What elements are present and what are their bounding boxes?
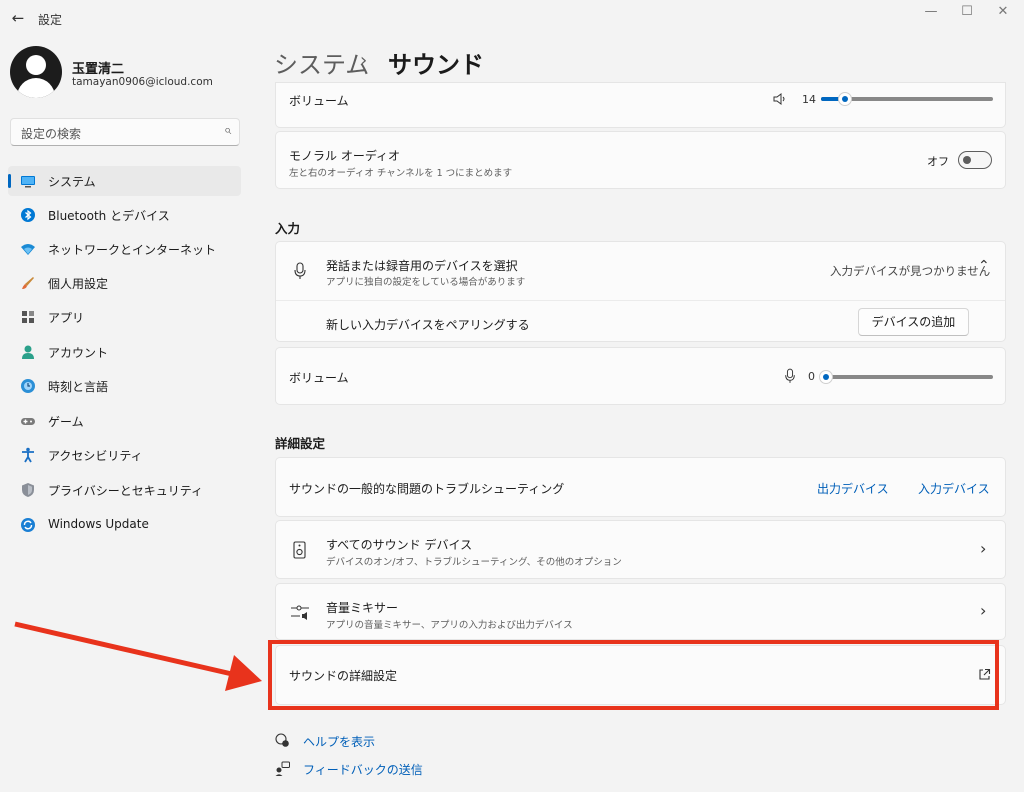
mono-audio-card: モノラル オーディオ 左と右のオーディオ チャンネルを 1 つにまとめます オフ (275, 131, 1006, 189)
sidebar-item-windows-update[interactable]: Windows Update (8, 510, 241, 540)
speaker-icon[interactable] (773, 92, 787, 106)
feedback-icon (275, 761, 290, 776)
breadcrumb-separator: › (360, 50, 368, 71)
sidebar-item-label: Windows Update (48, 517, 149, 531)
gamepad-icon (21, 418, 35, 425)
sidebar-item-label: アクセシビリティ (48, 449, 143, 463)
sidebar-item-network[interactable]: ネットワークとインターネット (8, 234, 241, 264)
divider (276, 300, 1005, 301)
accessibility-icon (22, 447, 34, 463)
output-devices-link[interactable]: 出力デバイス (817, 480, 889, 497)
sidebar-item-label: Bluetooth とデバイス (48, 209, 170, 223)
apps-icon (22, 311, 34, 323)
mono-audio-toggle[interactable] (958, 151, 992, 169)
shield-icon (22, 483, 34, 497)
output-volume-label: ボリューム (289, 94, 349, 108)
sidebar-item-label: システム (48, 175, 96, 189)
input-volume-value: 0 (808, 370, 815, 383)
sidebar-item-label: アプリ (48, 311, 85, 325)
input-section-heading: 入力 (275, 221, 301, 236)
search-input[interactable]: 設定の検索 ⌕ (10, 118, 240, 146)
bluetooth-icon (21, 208, 35, 222)
microphone-icon[interactable] (784, 367, 796, 385)
brush-icon (22, 277, 34, 289)
account-icon (22, 345, 34, 359)
sidebar-item-accounts[interactable]: アカウント (8, 337, 241, 367)
search-placeholder: 設定の検索 (21, 127, 82, 141)
mono-audio-state: オフ (927, 155, 949, 168)
close-button[interactable]: ✕ (980, 0, 1024, 26)
help-icon (275, 733, 289, 747)
system-icon (21, 176, 35, 188)
volume-mixer-title: 音量ミキサー (326, 601, 399, 615)
sidebar-item-label: アカウント (48, 346, 109, 360)
toggle-knob (963, 156, 971, 164)
input-volume-label: ボリューム (289, 371, 349, 385)
input-devices-link[interactable]: 入力デバイス (918, 480, 990, 497)
sidebar-item-label: 時刻と言語 (48, 380, 109, 394)
volume-mixer-description: アプリの音量ミキサー、アプリの入力および出力デバイス (326, 620, 573, 631)
troubleshoot-label: サウンドの一般的な問題のトラブルシューティング (289, 482, 565, 496)
all-sound-devices-title: すべてのサウンド デバイス (326, 538, 473, 552)
sidebar-item-system[interactable]: システム (8, 166, 241, 196)
all-sound-devices-card[interactable]: すべてのサウンド デバイス デバイスのオン/オフ、トラブルシューティング、その他… (275, 520, 1006, 579)
time-language-icon (21, 379, 35, 393)
mono-audio-title: モノラル オーディオ (289, 149, 400, 163)
search-icon[interactable]: ⌕ (224, 123, 231, 138)
avatar-head (26, 55, 46, 75)
input-device-description: アプリに独自の設定をしている場合があります (326, 277, 526, 288)
input-volume-card: ボリューム 0 (275, 347, 1006, 405)
sidebar-item-label: 個人用設定 (48, 277, 109, 291)
feedback-link[interactable]: フィードバックの送信 (303, 761, 423, 778)
input-device-card: 発話または録音用のデバイスを選択 アプリに独自の設定をしている場合があります 入… (275, 241, 1006, 342)
sidebar-item-personalization[interactable]: 個人用設定 (8, 268, 241, 298)
output-volume-slider-thumb[interactable] (838, 92, 853, 106)
page-title: サウンド (388, 51, 484, 79)
app-title: 設定 (38, 13, 63, 27)
add-device-button[interactable]: デバイスの追加 (858, 308, 969, 336)
avatar-body (17, 78, 55, 98)
avatar[interactable] (10, 46, 62, 98)
sidebar-item-label: ネットワークとインターネット (48, 243, 217, 257)
sidebar-item-privacy[interactable]: プライバシーとセキュリティ (8, 475, 241, 505)
microphone-icon (294, 262, 306, 279)
input-device-status: 入力デバイスが見つかりません (830, 264, 991, 278)
volume-mixer-card[interactable]: 音量ミキサー アプリの音量ミキサー、アプリの入力および出力デバイス › (275, 583, 1006, 640)
user-name: 玉置清二 (72, 62, 125, 77)
chevron-right-icon: › (980, 601, 987, 620)
input-volume-slider-thumb[interactable] (819, 370, 833, 384)
pair-input-device-label: 新しい入力デバイスをペアリングする (326, 318, 530, 332)
sidebar-item-apps[interactable]: アプリ (8, 302, 241, 332)
mono-audio-description: 左と右のオーディオ チャンネルを 1 つにまとめます (289, 168, 513, 179)
troubleshoot-card: サウンドの一般的な問題のトラブルシューティング 出力デバイス 入力デバイス (275, 457, 1006, 517)
sidebar-item-label: ゲーム (48, 415, 84, 429)
all-sound-devices-description: デバイスのオン/オフ、トラブルシューティング、その他のオプション (326, 557, 622, 568)
volume-mixer-icon (291, 605, 309, 620)
back-button[interactable]: ← (8, 8, 28, 28)
sidebar-item-time-language[interactable]: 時刻と言語 (8, 371, 241, 401)
sidebar-item-gaming[interactable]: ゲーム (8, 406, 241, 436)
network-icon (21, 244, 35, 255)
sidebar-item-bluetooth[interactable]: Bluetooth とデバイス (8, 200, 241, 230)
speaker-device-icon (293, 541, 306, 559)
sidebar-item-label: プライバシーとセキュリティ (48, 484, 204, 498)
active-indicator (8, 174, 11, 188)
chevron-right-icon: › (980, 539, 987, 558)
output-volume-value: 14 (802, 93, 816, 106)
help-link[interactable]: ヘルプを表示 (303, 733, 375, 750)
input-volume-slider[interactable] (826, 375, 993, 379)
output-volume-card: ボリューム 14 (275, 82, 1006, 128)
annotation-highlight-box (268, 640, 999, 710)
advanced-section-heading: 詳細設定 (275, 436, 326, 451)
user-email: tamayan0906@icloud.com (72, 76, 213, 88)
windows-update-icon (21, 518, 35, 532)
breadcrumb-parent[interactable]: システム (274, 45, 369, 80)
chevron-up-icon[interactable]: ⌃ (978, 258, 990, 274)
sidebar-item-accessibility[interactable]: アクセシビリティ (8, 440, 241, 470)
input-device-title: 発話または録音用のデバイスを選択 (326, 259, 518, 273)
